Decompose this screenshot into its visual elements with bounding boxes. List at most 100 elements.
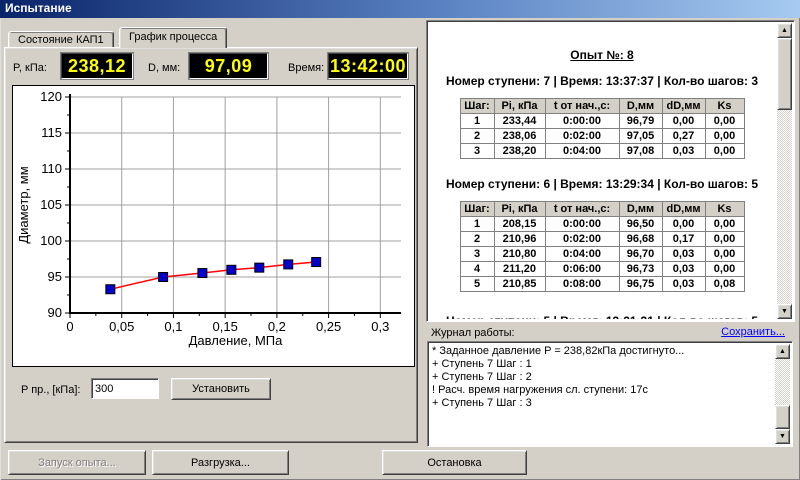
stage-header: Номер ступени: 6 | Время: 13:29:34 | Кол…: [429, 177, 775, 191]
table-cell: 0:08:00: [545, 277, 619, 292]
svg-text:0,15: 0,15: [213, 319, 238, 334]
log-scroll-up-button[interactable]: ▲: [775, 344, 790, 359]
table-cell: 0,17: [662, 232, 705, 247]
log-line: ! Расч. время нагружения сл. ступени: 17…: [432, 384, 773, 397]
time-display: 13:42:00: [328, 53, 408, 79]
table-cell: 97,05: [619, 129, 662, 144]
svg-text:0: 0: [66, 319, 73, 334]
table-cell: 0:02:00: [545, 232, 619, 247]
svg-text:0,2: 0,2: [268, 319, 286, 334]
svg-text:Диаметр, мм: Диаметр, мм: [16, 166, 31, 243]
titlebar[interactable]: Испытание: [0, 0, 800, 18]
svg-text:Давление, МПа: Давление, МПа: [189, 333, 284, 348]
set-pressure-button[interactable]: Установить: [171, 378, 271, 400]
table-cell: 0,00: [705, 262, 744, 277]
svg-text:115: 115: [41, 125, 62, 140]
table-cell: 2: [460, 232, 494, 247]
column-header: D,мм: [619, 99, 662, 114]
window-title: Испытание: [5, 1, 72, 15]
stop-button[interactable]: Остановка: [382, 450, 527, 475]
table-cell: 233,44: [494, 114, 545, 129]
start-test-button[interactable]: Запуск опыта...: [8, 450, 146, 475]
table-row: 1233,440:00:0096,790,000,00: [460, 114, 744, 129]
table-row: 3210,800:04:0096,700,030,00: [460, 247, 744, 262]
table-cell: 0,00: [705, 114, 744, 129]
log-scrollbar[interactable]: ▲ ▼: [775, 344, 790, 444]
table-cell: 0,00: [705, 247, 744, 262]
table-cell: 0:04:00: [545, 144, 619, 159]
table-row: 1208,150:00:0096,500,000,00: [460, 217, 744, 232]
log-scroll-down-button[interactable]: ▼: [775, 429, 790, 444]
chart-box: 909510010511011512000,050,10,150,20,250,…: [12, 85, 415, 367]
tab-process-graph[interactable]: График процесса: [119, 27, 227, 48]
log-line: + Ступень 7 Шаг : 3: [432, 397, 773, 410]
table-cell: 4: [460, 262, 494, 277]
report-scrollbar-thumb[interactable]: [777, 38, 792, 110]
svg-text:110: 110: [41, 161, 62, 176]
pressure-display: 238,12: [61, 53, 133, 79]
log-panel: * Заданное давление P = 238,82кПа достиг…: [427, 341, 793, 447]
column-header: Ks: [705, 99, 744, 114]
table-cell: 96,73: [619, 262, 662, 277]
table-cell: 0,08: [705, 277, 744, 292]
table-cell: 96,75: [619, 277, 662, 292]
table-cell: 211,20: [494, 262, 545, 277]
log-scrollbar-thumb[interactable]: [775, 405, 790, 429]
table-cell: 0,00: [662, 114, 705, 129]
table-cell: 3: [460, 247, 494, 262]
table-cell: 96,79: [619, 114, 662, 129]
unload-button[interactable]: Разгрузка...: [152, 450, 289, 475]
table-cell: 1: [460, 217, 494, 232]
log-label: Журнал работы:: [431, 327, 515, 339]
graph-tab-page: P, кПа: 238,12 D, мм: 97,09 Время: 13:42…: [4, 47, 418, 443]
table-cell: 0:00:00: [545, 114, 619, 129]
column-header: Pi, кПа: [494, 202, 545, 217]
log-line: + Ступень 7 Шаг : 1: [432, 358, 773, 371]
log-line: * Заданное давление P = 238,82кПа достиг…: [432, 345, 773, 358]
table-row: 2238,060:02:0097,050,270,00: [460, 129, 744, 144]
save-log-link[interactable]: Сохранить...: [721, 326, 785, 338]
table-cell: 5: [460, 277, 494, 292]
table-cell: 96,70: [619, 247, 662, 262]
app-window: Испытание Состояние КАП1 График процесса…: [0, 0, 800, 480]
pressure-display-label: P, кПа:: [13, 62, 47, 74]
arrow-up-icon: ▲: [779, 348, 786, 355]
column-header: Pi, кПа: [494, 99, 545, 114]
column-header: t от нач.,с:: [545, 99, 619, 114]
table-cell: 0,00: [662, 217, 705, 232]
scroll-up-button[interactable]: ▲: [777, 23, 792, 38]
table-header-row: Шаг:Pi, кПаt от нач.,с:D,ммdD,ммKs: [460, 202, 744, 217]
svg-text:0,3: 0,3: [371, 319, 389, 334]
table-cell: 0:06:00: [545, 262, 619, 277]
process-chart: 909510010511011512000,050,10,150,20,250,…: [13, 86, 414, 366]
table-row: 4211,200:06:0096,730,030,00: [460, 262, 744, 277]
column-header: dD,мм: [662, 99, 705, 114]
table-cell: 238,20: [494, 144, 545, 159]
log-line: + Ступень 7 Шаг : 2: [432, 371, 773, 384]
scroll-down-button[interactable]: ▼: [777, 304, 792, 319]
table-row: 2210,960:02:0096,680,170,00: [460, 232, 744, 247]
table-cell: 97,08: [619, 144, 662, 159]
time-display-label: Время:: [288, 62, 324, 74]
steps-table: Шаг:Pi, кПаt от нач.,с:D,ммdD,ммKs1233,4…: [460, 98, 745, 159]
experiment-title: Опыт №: 8: [429, 48, 775, 62]
table-cell: 0:02:00: [545, 129, 619, 144]
target-pressure-input[interactable]: [91, 378, 159, 399]
table-row: 3238,200:04:0097,080,030,00: [460, 144, 744, 159]
report-scrollbar[interactable]: ▲ ▼: [777, 23, 792, 319]
column-header: D,мм: [619, 202, 662, 217]
stages-container: Номер ступени: 7 | Время: 13:37:37 | Кол…: [429, 74, 775, 292]
table-cell: 238,06: [494, 129, 545, 144]
steps-table: Шаг:Pi, кПаt от нач.,с:D,ммdD,ммKs1208,1…: [460, 201, 745, 292]
column-header: Шаг:: [460, 99, 494, 114]
table-cell: 0,00: [705, 217, 744, 232]
tab-state-kap1[interactable]: Состояние КАП1: [8, 31, 114, 48]
svg-text:100: 100: [40, 233, 62, 248]
svg-text:90: 90: [48, 305, 62, 320]
target-pressure-label: P пр., [кПа]:: [21, 384, 80, 396]
svg-text:0,25: 0,25: [316, 319, 341, 334]
table-cell: 210,80: [494, 247, 545, 262]
clipped-stage-header: Номер ступени: 5 | Время: 13:21:31 | Кол…: [429, 314, 775, 319]
report-content: Опыт №: 8 Номер ступени: 7 | Время: 13:3…: [429, 23, 775, 319]
table-cell: 0,00: [705, 129, 744, 144]
